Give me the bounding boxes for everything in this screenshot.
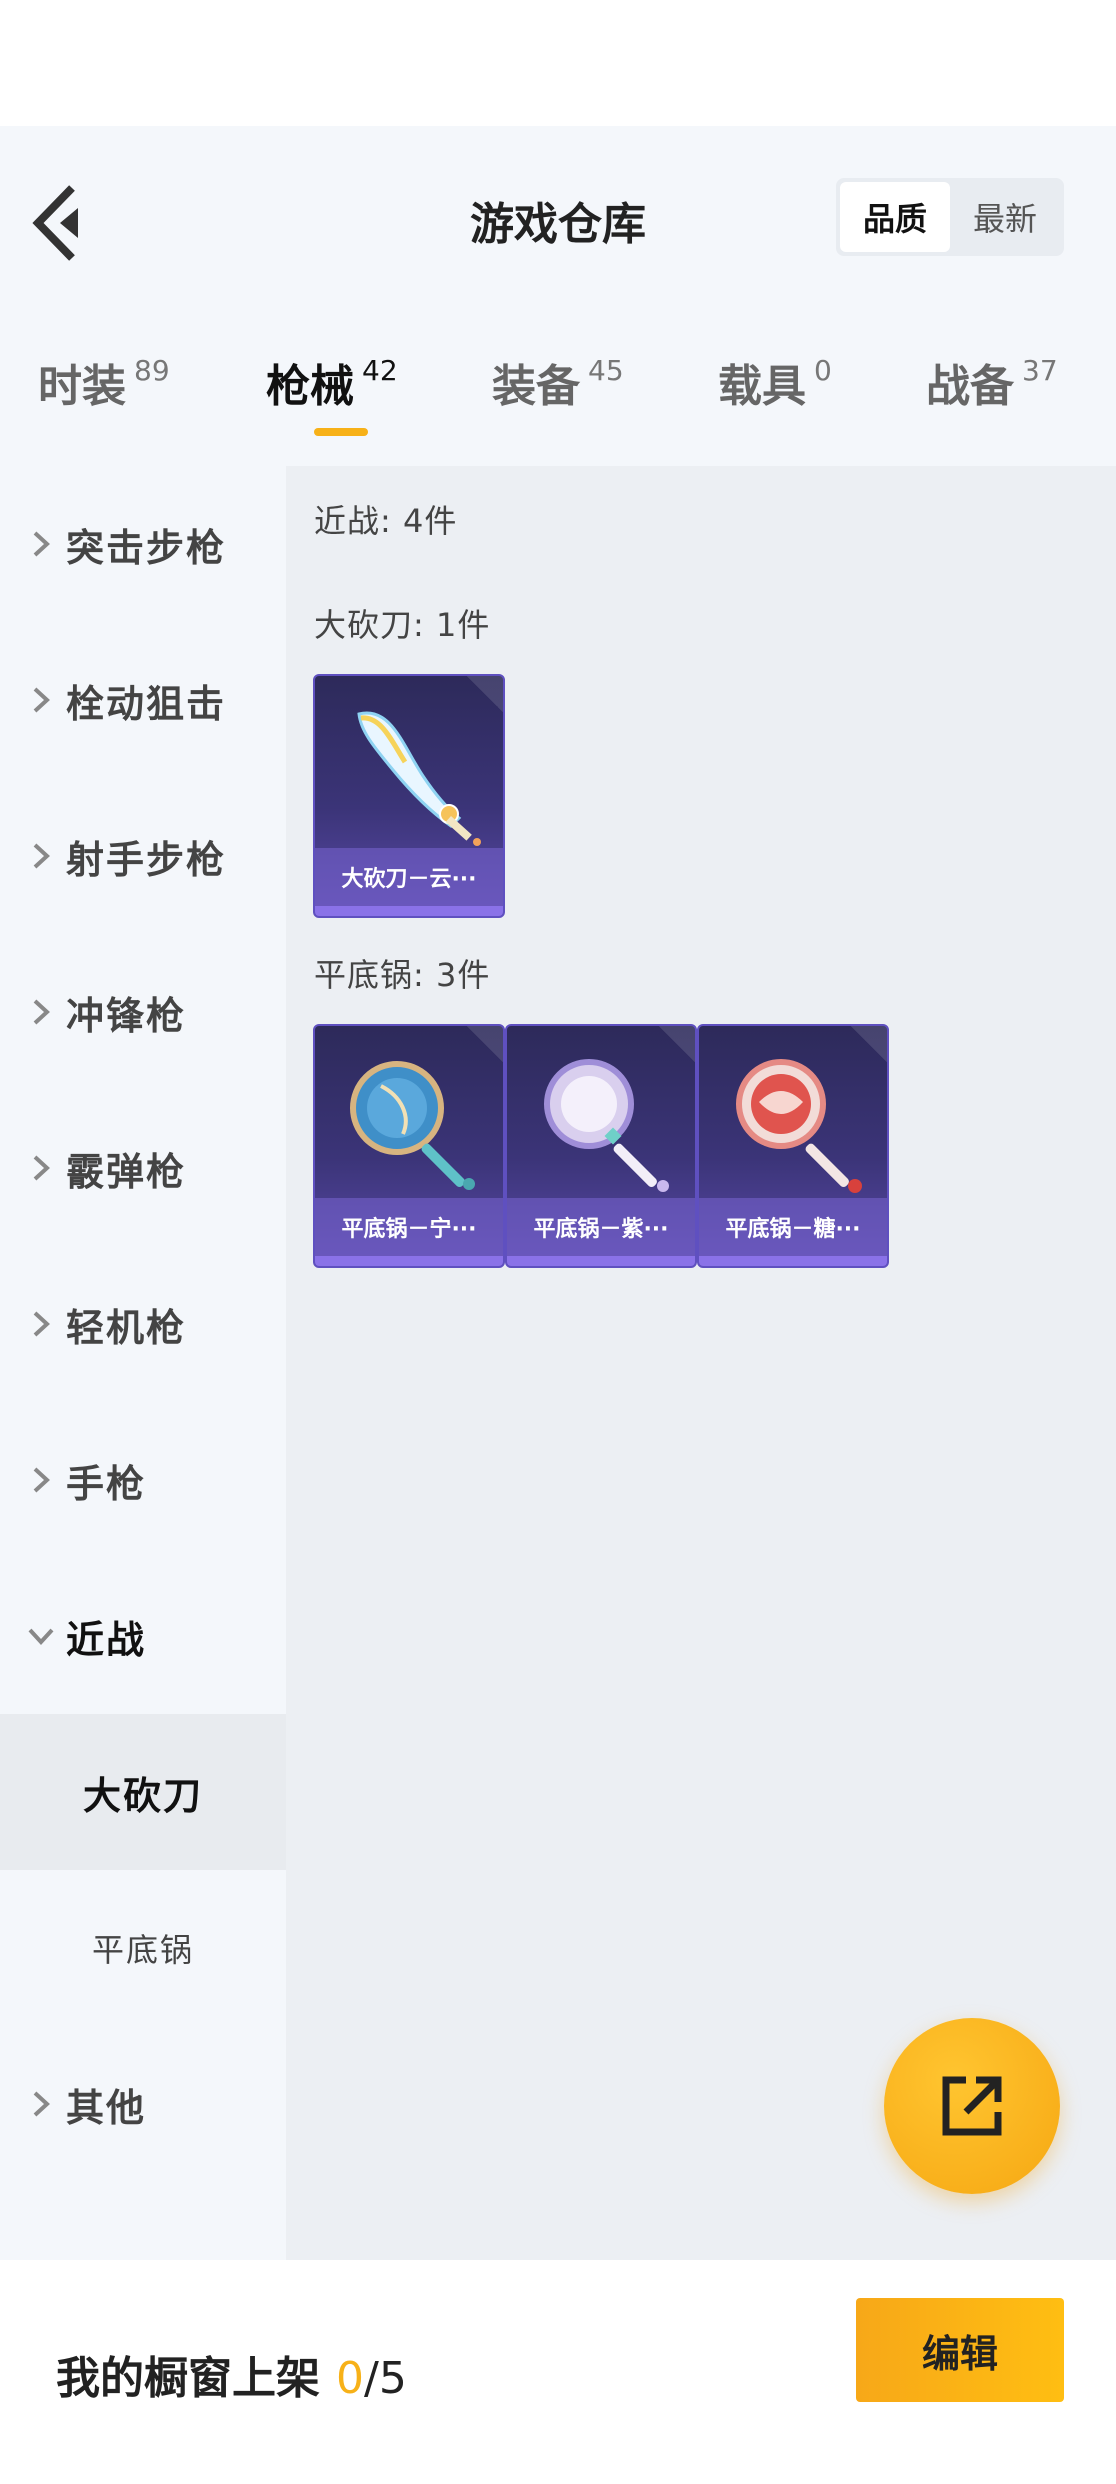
sidebar-item-marksman-rifle[interactable]: 射手步枪 bbox=[0, 778, 286, 934]
shelf-label: 我的橱窗上架 bbox=[56, 2353, 320, 2404]
sidebar-item-smg[interactable]: 冲锋枪 bbox=[0, 934, 286, 1090]
sidebar-item-label: 其他 bbox=[66, 2085, 147, 2130]
tab-label: 载具 bbox=[718, 361, 806, 412]
item-row-machete: 大砍刀－云··· bbox=[313, 674, 505, 918]
group-label-machete: 大砍刀: 1件 bbox=[314, 606, 491, 644]
chevron-right-icon bbox=[26, 685, 56, 715]
sidebar-subitem-machete[interactable]: 大砍刀 bbox=[0, 1714, 286, 1870]
sidebar-item-label: 射手步枪 bbox=[66, 837, 227, 882]
sort-toggle: 品质 最新 bbox=[836, 178, 1064, 256]
status-bar-area bbox=[0, 0, 1116, 126]
shelf-max-count: 5 bbox=[378, 2353, 407, 2404]
chevron-right-icon bbox=[26, 529, 56, 559]
category-tabs: 时装 89 枪械 42 装备 45 载具 0 战备 37 bbox=[0, 310, 1116, 466]
item-card[interactable]: 平底锅－宁··· bbox=[313, 1024, 505, 1268]
sidebar-subitem-frying-pan[interactable]: 平底锅 bbox=[0, 1870, 286, 2026]
sidebar-subitem-label: 大砍刀 bbox=[82, 1773, 203, 1818]
tab-count: 37 bbox=[1022, 354, 1058, 387]
tab-count: 42 bbox=[362, 354, 398, 387]
tab-label: 枪械 bbox=[266, 361, 354, 412]
sort-by-quality-button[interactable]: 品质 bbox=[840, 182, 950, 252]
sidebar-item-assault-rifle[interactable]: 突击步枪 bbox=[0, 466, 286, 622]
item-name: 平底锅－宁··· bbox=[341, 1217, 477, 1242]
card-rarity-stripe bbox=[315, 1256, 503, 1266]
item-name: 平底锅－紫··· bbox=[533, 1217, 669, 1242]
sidebar-item-melee[interactable]: 近战 bbox=[0, 1558, 286, 1714]
item-name: 平底锅－糖··· bbox=[725, 1217, 861, 1242]
item-card[interactable]: 平底锅－紫··· bbox=[505, 1024, 697, 1268]
sidebar: 突击步枪 栓动狙击 射手步枪 冲锋枪 霰弹枪 轻机枪 手枪 近战 大砍刀 平底锅… bbox=[0, 466, 286, 2260]
category-count-label: 近战: 4件 bbox=[314, 502, 458, 540]
tab-guns[interactable]: 枪械 42 bbox=[266, 350, 398, 430]
active-tab-indicator bbox=[314, 428, 368, 436]
card-rarity-stripe bbox=[315, 906, 503, 916]
item-name-bar: 平底锅－糖··· bbox=[699, 1198, 887, 1256]
shelf-separator: / bbox=[364, 2353, 379, 2404]
sidebar-item-label: 霰弹枪 bbox=[66, 1149, 187, 1194]
sidebar-subitem-label: 平底锅 bbox=[91, 1931, 194, 1969]
tab-equipment[interactable]: 装备 45 bbox=[492, 350, 624, 430]
tab-supplies[interactable]: 战备 37 bbox=[926, 350, 1058, 430]
sidebar-item-lmg[interactable]: 轻机枪 bbox=[0, 1246, 286, 1402]
item-name-bar: 平底锅－紫··· bbox=[507, 1198, 695, 1256]
item-name-bar: 平底锅－宁··· bbox=[315, 1198, 503, 1256]
sidebar-item-label: 突击步枪 bbox=[66, 525, 227, 570]
chevron-right-icon bbox=[26, 1465, 56, 1495]
pan-red-icon bbox=[736, 1059, 862, 1193]
share-fab-button[interactable] bbox=[884, 2018, 1060, 2194]
card-rarity-stripe bbox=[699, 1256, 887, 1266]
chevron-right-icon bbox=[26, 997, 56, 1027]
tab-count: 89 bbox=[134, 354, 170, 387]
bottom-bar: 我的橱窗上架 0 / 5 编辑 bbox=[0, 2260, 1116, 2484]
chevron-down-icon bbox=[26, 1621, 56, 1651]
item-name-bar: 大砍刀－云··· bbox=[315, 848, 503, 906]
header: 游戏仓库 品质 最新 bbox=[0, 126, 1116, 310]
item-name: 大砍刀－云··· bbox=[341, 867, 477, 892]
chevron-right-icon bbox=[26, 1153, 56, 1183]
item-card[interactable]: 平底锅－糖··· bbox=[697, 1024, 889, 1268]
pan-blue-icon bbox=[350, 1061, 475, 1190]
sidebar-item-bolt-sniper[interactable]: 栓动狙击 bbox=[0, 622, 286, 778]
tab-label: 装备 bbox=[492, 361, 580, 412]
tab-label: 时装 bbox=[38, 361, 126, 412]
share-external-icon bbox=[942, 2076, 1002, 2136]
sidebar-item-label: 栓动狙击 bbox=[66, 681, 227, 726]
chevron-right-icon bbox=[26, 2089, 56, 2119]
showcase-shelf-status: 我的橱窗上架 0 / 5 bbox=[56, 2342, 407, 2406]
item-row-frying-pan: 平底锅－宁··· 平底锅－紫··· 平底锅－糖··· bbox=[313, 1024, 889, 1268]
tab-count: 45 bbox=[588, 354, 624, 387]
item-card[interactable]: 大砍刀－云··· bbox=[313, 674, 505, 918]
shelf-current-count: 0 bbox=[336, 2353, 364, 2404]
sidebar-item-other[interactable]: 其他 bbox=[0, 2026, 286, 2182]
sidebar-item-shotgun[interactable]: 霰弹枪 bbox=[0, 1090, 286, 1246]
tab-label: 战备 bbox=[926, 361, 1014, 412]
sort-by-newest-button[interactable]: 最新 bbox=[950, 182, 1060, 252]
tab-fashion[interactable]: 时装 89 bbox=[38, 350, 170, 430]
sidebar-item-label: 轻机枪 bbox=[66, 1305, 187, 1350]
sidebar-item-pistol[interactable]: 手枪 bbox=[0, 1402, 286, 1558]
group-label-frying-pan: 平底锅: 3件 bbox=[314, 956, 491, 994]
card-rarity-stripe bbox=[507, 1256, 695, 1266]
sidebar-item-label: 冲锋枪 bbox=[66, 993, 187, 1038]
chevron-right-icon bbox=[26, 841, 56, 871]
sidebar-item-label: 近战 bbox=[66, 1617, 147, 1662]
pan-purple-icon bbox=[544, 1059, 669, 1192]
edit-button[interactable]: 编辑 bbox=[856, 2298, 1064, 2402]
chevron-right-icon bbox=[26, 1309, 56, 1339]
tab-count: 0 bbox=[814, 354, 832, 387]
tab-vehicles[interactable]: 载具 0 bbox=[718, 350, 832, 430]
machete-icon bbox=[357, 711, 481, 846]
sidebar-item-label: 手枪 bbox=[66, 1461, 147, 1506]
item-content-panel: 近战: 4件 大砍刀: 1件 大砍刀－云··· 平底锅: 3件 平底锅－宁···… bbox=[286, 466, 1116, 2260]
